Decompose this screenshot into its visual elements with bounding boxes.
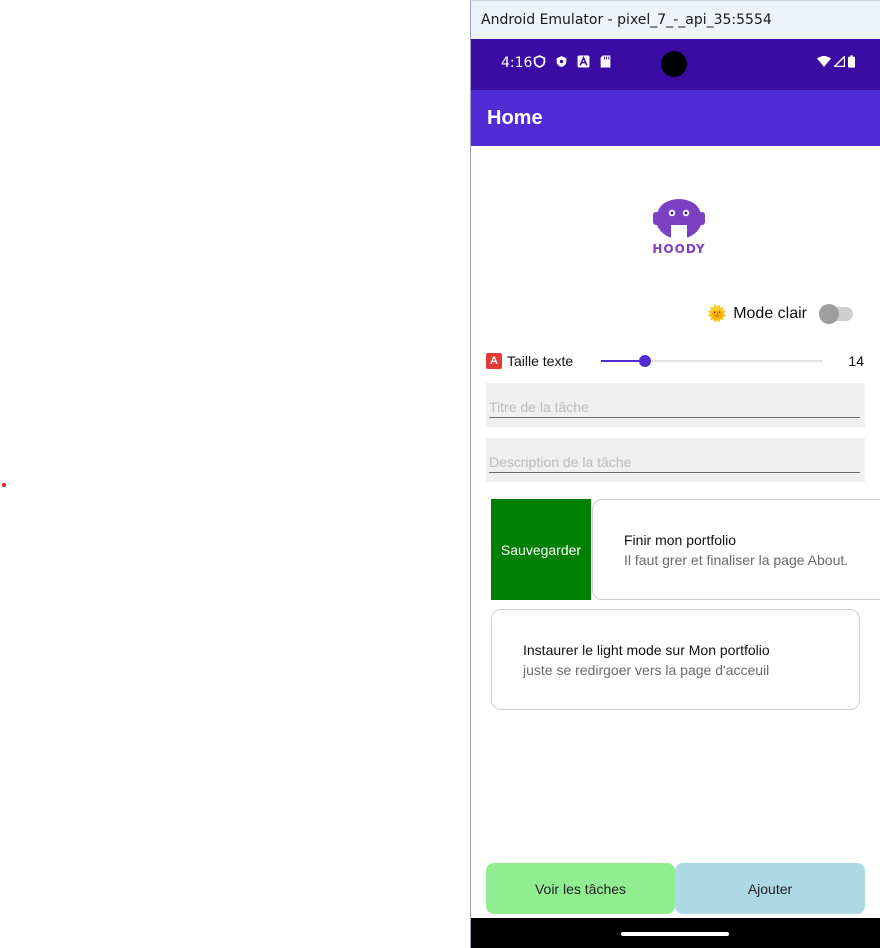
text-size-slider[interactable] — [601, 355, 823, 367]
red-dot-marker — [2, 483, 6, 487]
desktop: Android Emulator - pixel_7_-_api_35:5554… — [0, 0, 880, 948]
shield-icon — [533, 55, 546, 68]
see-tasks-button[interactable]: Voir les tâches — [486, 863, 675, 914]
task-description-input[interactable] — [489, 438, 860, 473]
theme-toggle-row: 🌞 Mode clair — [707, 304, 853, 324]
status-system-icons — [817, 55, 855, 68]
save-swipe-label: Sauvegarder — [500, 541, 582, 558]
swipe-task-item[interactable]: Sauvegarder Finir mon portfolio Il faut … — [491, 499, 880, 600]
text-size-value: 14 — [848, 353, 864, 369]
task-description-field[interactable] — [486, 438, 865, 482]
theme-toggle-label: Mode clair — [733, 305, 807, 322]
battery-icon — [848, 55, 855, 68]
camera-cutout — [661, 51, 687, 77]
wifi-icon — [817, 55, 831, 67]
sd-card-icon — [600, 55, 611, 68]
android-nav-bar — [471, 918, 880, 948]
task-title-input[interactable] — [489, 383, 860, 418]
gesture-handle[interactable] — [621, 932, 729, 936]
sun-icon: 🌞 — [707, 306, 728, 323]
window-title: Android Emulator - pixel_7_-_api_35:5554 — [481, 12, 772, 28]
task-card[interactable]: Instaurer le light mode sur Mon portfoli… — [491, 609, 860, 710]
home-content: HOODY 🌞 Mode clair A Taille texte 14 Tit… — [471, 146, 880, 918]
task-title: Instaurer le light mode sur Mon portfoli… — [523, 642, 770, 658]
status-bar: 4:16 — [471, 39, 880, 90]
task-description: juste se redirgoer vers la page d'acceui… — [523, 662, 770, 678]
hoody-logo: HOODY — [652, 199, 705, 256]
theme-switch-knob[interactable] — [819, 304, 839, 324]
status-time: 4:16 — [501, 55, 533, 71]
slider-thumb[interactable] — [639, 355, 652, 367]
app-bar: Home — [471, 90, 880, 146]
text-size-label: Taille texte — [507, 353, 574, 369]
letter-a-icon: A — [486, 353, 502, 369]
cell-signal-icon — [834, 56, 845, 67]
bottom-action-bar: Voir les tâches Ajouter — [486, 863, 865, 914]
add-button[interactable]: Ajouter — [675, 863, 865, 914]
task-card[interactable]: Finir mon portfolio Il faut grer et fina… — [592, 499, 880, 600]
status-notification-icons — [533, 55, 612, 68]
task-title: Finir mon portfolio — [624, 532, 737, 548]
font-a-icon — [577, 55, 590, 68]
page-title: Home — [487, 106, 543, 129]
emulator-window: Android Emulator - pixel_7_-_api_35:5554… — [470, 0, 880, 948]
text-size-row: A Taille texte 14 — [486, 351, 866, 371]
theme-switch[interactable] — [819, 304, 853, 324]
logo-wordmark: HOODY — [652, 242, 705, 256]
security-shield-icon — [556, 56, 567, 67]
task-title-field[interactable] — [486, 383, 865, 427]
task-description: Il faut grer et finaliser la page About. — [624, 552, 849, 568]
window-titlebar: Android Emulator - pixel_7_-_api_35:5554 — [471, 1, 880, 39]
save-swipe-button[interactable]: Sauvegarder — [491, 499, 591, 600]
